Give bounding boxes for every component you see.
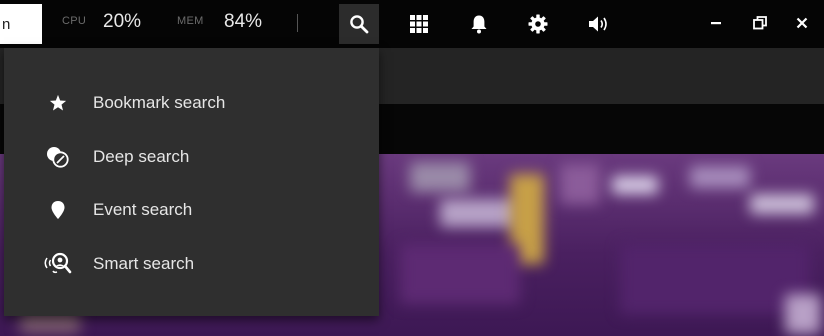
notifications-button[interactable] xyxy=(459,4,499,44)
menu-item-smart-search[interactable]: Smart search xyxy=(4,239,379,289)
close-button[interactable] xyxy=(788,8,816,38)
menu-item-event-search[interactable]: Event search xyxy=(4,185,379,235)
partial-tab-label: n xyxy=(2,15,11,33)
menu-item-label: Deep search xyxy=(93,147,190,166)
bell-icon xyxy=(471,15,487,34)
layout-grid-button[interactable] xyxy=(399,4,439,44)
gear-icon xyxy=(528,14,548,34)
minimize-button[interactable] xyxy=(702,8,730,38)
settings-button[interactable] xyxy=(518,4,558,44)
partial-tab[interactable]: n xyxy=(0,4,42,44)
grid-icon xyxy=(410,15,428,33)
menu-item-label: Event search xyxy=(93,200,193,219)
smart-search-icon xyxy=(40,249,76,279)
restore-icon xyxy=(753,16,767,30)
cpu-value: 20% xyxy=(103,11,142,32)
menu-item-deep-search[interactable]: Deep search xyxy=(4,132,379,182)
search-button[interactable] xyxy=(339,4,379,44)
volume-icon xyxy=(589,16,607,32)
search-icon xyxy=(350,15,369,34)
restore-button[interactable] xyxy=(746,8,774,38)
cpu-label: CPU xyxy=(62,15,87,27)
search-dropdown-menu: Bookmark search Deep search Event search xyxy=(4,48,379,316)
star-icon xyxy=(40,88,76,118)
top-bar: n CPU 20% MEM 84% xyxy=(0,0,824,48)
divider xyxy=(297,14,298,32)
deep-search-icon xyxy=(40,142,76,172)
volume-button[interactable] xyxy=(579,4,619,44)
menu-item-bookmark-search[interactable]: Bookmark search xyxy=(4,78,379,128)
close-icon xyxy=(796,17,808,29)
location-pin-icon xyxy=(40,195,76,225)
minimize-icon xyxy=(711,22,721,25)
menu-item-label: Bookmark search xyxy=(93,93,226,112)
mem-value: 84% xyxy=(224,11,263,32)
menu-item-label: Smart search xyxy=(93,254,195,273)
mem-label: MEM xyxy=(177,15,204,27)
